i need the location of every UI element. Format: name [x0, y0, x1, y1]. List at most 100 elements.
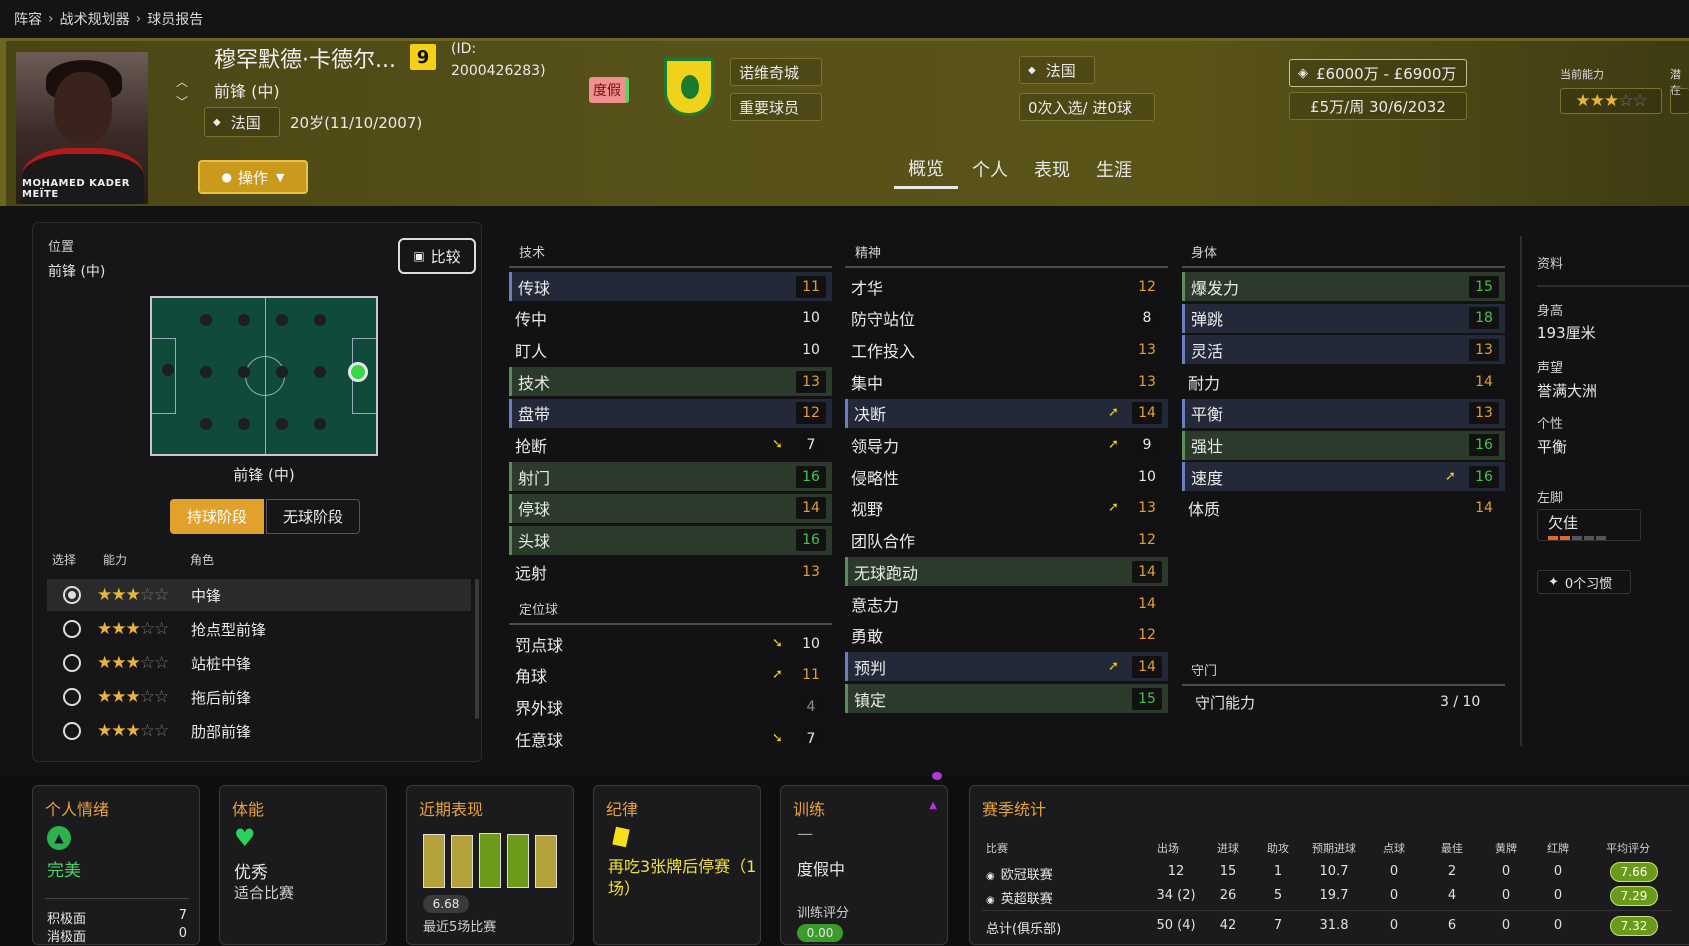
attribute-row[interactable]: 决断 ➚ 14	[845, 398, 1168, 428]
stats-competition[interactable]: ◉ 英超联赛	[986, 888, 1053, 907]
season-stats-card[interactable]: 赛季统计 比赛 出场 进球 助攻 预期进球 点球 最佳 黄牌 红牌 平均评分 ◉ 欧冠联赛 12 15 1 1…	[969, 785, 1689, 945]
attribute-row[interactable]: 罚点球 ➘ 10	[509, 629, 832, 658]
position-label: 位置	[48, 240, 75, 255]
attribute-value: 16	[796, 529, 826, 552]
compare-button[interactable]: ▣ 比较	[398, 238, 476, 274]
attribute-row[interactable]: 耐力 14	[1182, 367, 1505, 396]
stats-header[interactable]: 点球	[1364, 840, 1424, 856]
attribute-value: 12	[1132, 529, 1162, 552]
form-card[interactable]: 近期表现 6.68 最近5场比赛	[406, 785, 574, 945]
tab-performance[interactable]: 表现	[1022, 149, 1082, 189]
attribute-row[interactable]: 任意球 ➘ 7	[509, 724, 832, 753]
stats-rating: 7.66	[1610, 862, 1658, 882]
attribute-name: 决断	[854, 405, 887, 425]
attribute-row[interactable]: 弹跳 18	[1182, 303, 1505, 333]
status-badge[interactable]: 度假	[589, 77, 629, 103]
international-caps: 0次入选/ 进0球	[1019, 93, 1155, 121]
role-radio[interactable]	[63, 654, 81, 672]
attribute-row[interactable]: 强壮 16	[1182, 430, 1505, 460]
attribute-row[interactable]: 视野 ➚ 13	[845, 494, 1168, 523]
attribute-row[interactable]: 技术 13	[509, 367, 832, 397]
tab-in-possession[interactable]: 持球阶段	[170, 499, 264, 534]
attribute-row[interactable]: 射门 16	[509, 462, 832, 492]
role-radio[interactable]	[63, 586, 81, 604]
chevron-down-icon[interactable]: ﹀	[176, 92, 188, 112]
attribute-row[interactable]: 镇定 15	[845, 684, 1168, 714]
attribute-row[interactable]: 预判 ➚ 14	[845, 652, 1168, 682]
discipline-card[interactable]: 纪律 再吃3张牌后停赛（1场）	[593, 785, 761, 945]
attribute-row[interactable]: 头球 16	[509, 525, 832, 555]
stats-header[interactable]: 红牌	[1528, 840, 1588, 856]
role-radio[interactable]	[63, 620, 81, 638]
habits-button[interactable]: ✦ 0个习惯	[1537, 570, 1631, 594]
stats-competition[interactable]: 总计(俱乐部)	[986, 918, 1061, 937]
attribute-row[interactable]: 防守站位 8	[845, 304, 1168, 333]
stats-cell: 0	[1389, 888, 1399, 903]
training-card[interactable]: 训练 ▲ — 度假中 训练评分 0.00	[780, 785, 948, 945]
attribute-row[interactable]: 盯人 10	[509, 335, 832, 364]
attribute-row[interactable]: 爆发力 15	[1182, 272, 1505, 301]
attribute-name: 无球跑动	[854, 563, 919, 583]
tab-overview[interactable]: 概览	[894, 149, 958, 189]
attribute-row[interactable]: 工作投入 13	[845, 335, 1168, 364]
role-row[interactable]: ★★★☆☆ 肋部前锋	[47, 715, 471, 747]
morale-card[interactable]: 个人情绪 ▲ 完美 积极面 7 消极面 0	[32, 785, 200, 945]
attribute-name: 传球	[518, 278, 551, 298]
attribute-row[interactable]: 无球跑动 14	[845, 557, 1168, 587]
nation-box[interactable]: ◆ 法国	[1019, 56, 1095, 84]
tab-out-of-possession[interactable]: 无球阶段	[266, 499, 360, 534]
stats-header[interactable]: 黄牌	[1476, 840, 1536, 856]
height-value: 193厘米	[1537, 324, 1596, 342]
role-row[interactable]: ★★★☆☆ 中锋	[47, 579, 471, 611]
attribute-row[interactable]: 勇敢 12	[845, 621, 1168, 650]
role-radio[interactable]	[63, 722, 81, 740]
attribute-row[interactable]: 速度 ➚ 16	[1182, 462, 1505, 492]
breadcrumb-squad[interactable]: 阵容	[14, 9, 42, 29]
attribute-row[interactable]: 团队合作 12	[845, 526, 1168, 555]
attribute-value: 10	[796, 338, 826, 361]
attribute-row[interactable]: 才华 12	[845, 272, 1168, 301]
attribute-row[interactable]: 传球 11	[509, 272, 832, 301]
attribute-row[interactable]: 平衡 13	[1182, 398, 1505, 428]
stats-cell: 10.7	[1319, 864, 1349, 879]
attribute-row[interactable]: 传中 10	[509, 304, 832, 333]
role-row[interactable]: ★★★☆☆ 拖后前锋	[47, 681, 471, 713]
attribute-row[interactable]: 盘带 12	[509, 398, 832, 428]
role-list-scrollbar[interactable]	[475, 579, 479, 719]
role-row[interactable]: ★★★☆☆ 抢点型前锋	[47, 613, 471, 645]
collapse-icon[interactable]: ▲	[929, 800, 937, 811]
attribute-value: 7	[796, 434, 826, 456]
attribute-row[interactable]: 意志力 14	[845, 589, 1168, 618]
attribute-row[interactable]: 集中 13	[845, 367, 1168, 396]
attribute-name: 技术	[518, 373, 551, 393]
attribute-row[interactable]: 界外球 4	[509, 692, 832, 721]
attribute-row[interactable]: 远射 13	[509, 557, 832, 586]
stats-header[interactable]: 最佳	[1422, 840, 1482, 856]
action-button[interactable]: ● 操作 ▼	[198, 160, 308, 194]
tab-personal[interactable]: 个人	[960, 149, 1020, 189]
transfer-value[interactable]: ◈ £6000万 - £6900万	[1289, 59, 1467, 87]
fitness-card[interactable]: 体能 ♥ 优秀 适合比赛	[219, 785, 387, 945]
attribute-row[interactable]: 抢断 ➘ 7	[509, 431, 832, 460]
role-row[interactable]: ★★★☆☆ 站桩中锋	[47, 647, 471, 679]
stats-header[interactable]: 预期进球	[1304, 840, 1364, 856]
attribute-name: 远射	[515, 563, 548, 583]
tab-career[interactable]: 生涯	[1084, 149, 1144, 189]
attribute-row[interactable]: 体质 14	[1182, 494, 1505, 523]
chevron-up-icon[interactable]: ︿	[176, 72, 188, 92]
stats-header[interactable]: 平均评分	[1598, 840, 1658, 856]
attribute-row[interactable]: 侵略性 10	[845, 462, 1168, 491]
role-radio[interactable]	[63, 688, 81, 706]
breadcrumb-tactics[interactable]: 战术规划器	[60, 9, 130, 29]
form-bar	[535, 835, 557, 888]
stats-header[interactable]: 比赛	[986, 840, 1008, 856]
attribute-row[interactable]: 角球 ➚ 11	[509, 661, 832, 690]
attribute-row[interactable]: 灵活 13	[1182, 335, 1505, 365]
stats-header[interactable]: 出场	[1138, 840, 1198, 856]
attribute-row[interactable]: 领导力 ➚ 9	[845, 431, 1168, 460]
attribute-row[interactable]: 停球 14	[509, 493, 832, 523]
stats-competition[interactable]: ◉ 欧冠联赛	[986, 864, 1053, 883]
stats-header[interactable]: 助攻	[1248, 840, 1308, 856]
discipline-text: 再吃3张牌后停赛（1场）	[608, 857, 757, 898]
club-name[interactable]: 诺维奇城	[730, 58, 822, 86]
